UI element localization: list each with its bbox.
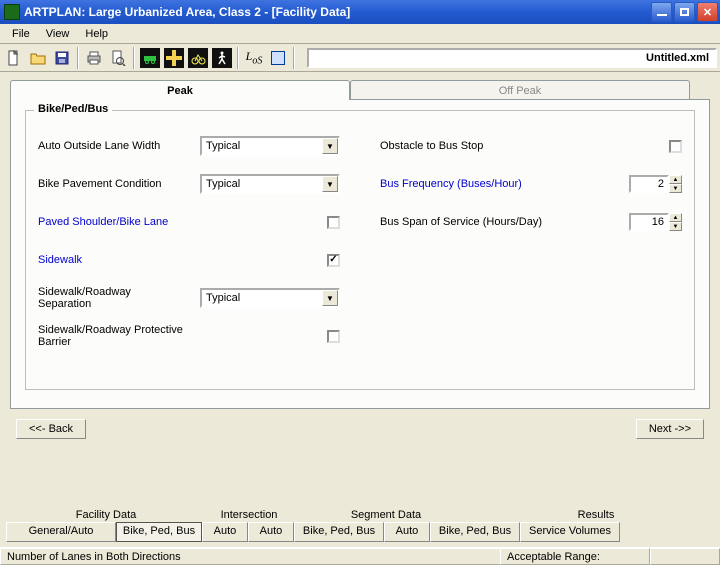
statusbar: Number of Lanes in Both Directions Accep… [0,547,720,565]
group-bike-ped-bus: Bike/Ped/Bus Auto Outside Lane Width Typ… [25,110,695,390]
spinner-bus-frequency[interactable]: ▲▼ [629,175,682,193]
save-icon[interactable] [51,47,73,69]
calendar-button[interactable] [267,47,289,69]
spin-up-icon[interactable]: ▲ [669,175,682,184]
label-auto-outside-lane-width: Auto Outside Lane Width [38,140,190,152]
tab-peak[interactable]: Peak [10,80,350,100]
chevron-down-icon: ▼ [322,176,338,192]
filename-display: Untitled.xml [307,48,717,68]
group-legend: Bike/Ped/Bus [34,103,112,115]
header-segment-data: Segment Data [294,509,478,521]
select-bike-pavement-condition[interactable]: Typical ▼ [200,174,340,194]
label-bus-span-of-service: Bus Span of Service (Hours/Day) [380,216,622,228]
header-facility-data: Facility Data [8,509,204,521]
menu-help[interactable]: Help [77,26,116,42]
status-range-value [650,548,720,565]
select-value: Typical [206,178,240,190]
open-file-icon[interactable] [27,47,49,69]
new-file-icon[interactable] [3,47,25,69]
los-button[interactable]: LoS [243,47,265,69]
select-value: Typical [206,140,240,152]
label-bike-pavement-condition: Bike Pavement Condition [38,178,190,190]
titlebar: ARTPLAN: Large Urbanized Area, Class 2 -… [0,0,720,24]
input-bus-span[interactable] [629,213,669,231]
btab-bike-ped-bus-2[interactable]: Bike, Ped, Bus [294,522,384,542]
print-preview-icon[interactable] [107,47,129,69]
close-button[interactable]: ✕ [697,2,718,22]
minimize-button[interactable] [651,2,672,22]
link-sidewalk[interactable]: Sidewalk [38,254,190,266]
label-sidewalk-roadway-separation: Sidewalk/Roadway Separation [38,286,190,310]
btab-bike-ped-bus-1[interactable]: Bike, Ped, Bus [116,522,202,542]
print-icon[interactable] [83,47,105,69]
spin-down-icon[interactable]: ▼ [669,184,682,193]
tabstrip: Peak Off Peak [10,80,710,100]
chevron-down-icon: ▼ [322,138,338,154]
mode-auto-icon[interactable] [139,47,161,69]
status-range-label: Acceptable Range: [500,548,650,565]
header-results: Results [478,509,714,521]
btab-auto-1[interactable]: Auto [202,522,248,542]
header-intersection: Intersection [204,509,294,521]
menu-file[interactable]: File [4,26,38,42]
spinner-bus-span[interactable]: ▲▼ [629,213,682,231]
label-obstacle-to-bus-stop: Obstacle to Bus Stop [380,140,622,152]
menu-view[interactable]: View [38,26,78,42]
btab-bike-ped-bus-3[interactable]: Bike, Ped, Bus [430,522,520,542]
checkbox-paved-shoulder[interactable] [327,216,340,229]
window-title: ARTPLAN: Large Urbanized Area, Class 2 -… [24,5,649,19]
checkbox-obstacle-bus-stop[interactable] [669,140,682,153]
tab-page-peak: Bike/Ped/Bus Auto Outside Lane Width Typ… [10,99,710,409]
back-button[interactable]: <<- Back [16,419,86,439]
link-paved-shoulder-bike-lane[interactable]: Paved Shoulder/Bike Lane [38,216,190,228]
label-sidewalk-roadway-protective-barrier: Sidewalk/Roadway Protective Barrier [38,324,190,348]
input-bus-frequency[interactable] [629,175,669,193]
status-hint: Number of Lanes in Both Directions [0,548,500,565]
spin-up-icon[interactable]: ▲ [669,213,682,222]
select-auto-outside-lane-width[interactable]: Typical ▼ [200,136,340,156]
select-value: Typical [206,292,240,304]
menubar: File View Help [0,24,720,44]
toolbar: LoS Untitled.xml [0,44,720,72]
btab-auto-3[interactable]: Auto [384,522,430,542]
mode-intersection-icon[interactable] [163,47,185,69]
mode-bike-icon[interactable] [187,47,209,69]
btab-service-volumes[interactable]: Service Volumes [520,522,620,542]
checkbox-sidewalk[interactable]: ✓ [327,254,340,267]
link-bus-frequency[interactable]: Bus Frequency (Buses/Hour) [380,178,622,190]
section-navigator: Facility Data Intersection Segment Data … [0,509,720,547]
btab-auto-2[interactable]: Auto [248,522,294,542]
tab-off-peak[interactable]: Off Peak [350,80,690,100]
select-sidewalk-roadway-separation[interactable]: Typical ▼ [200,288,340,308]
next-button[interactable]: Next ->> [636,419,704,439]
app-icon [4,4,20,20]
chevron-down-icon: ▼ [322,290,338,306]
spin-down-icon[interactable]: ▼ [669,222,682,231]
btab-general-auto[interactable]: General/Auto [6,522,116,542]
mode-ped-icon[interactable] [211,47,233,69]
checkbox-sidewalk-barrier[interactable] [327,330,340,343]
maximize-button[interactable] [674,2,695,22]
